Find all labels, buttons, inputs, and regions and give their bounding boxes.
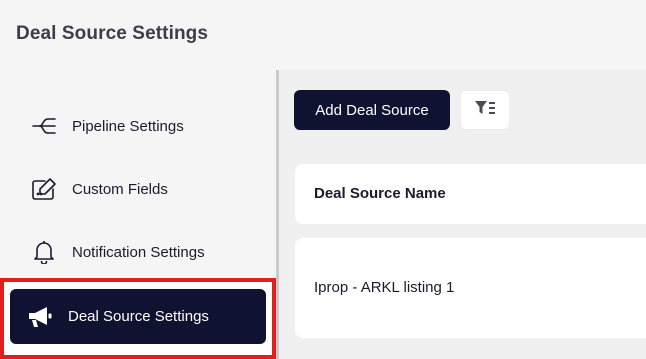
sidebar-item-label: Deal Source Settings — [68, 308, 209, 325]
sidebar-item-notification-settings[interactable]: Notification Settings — [14, 225, 266, 279]
sidebar-item-label: Custom Fields — [72, 180, 168, 198]
filter-icon — [474, 100, 496, 121]
sidebar-item-label: Notification Settings — [72, 243, 205, 261]
sidebar-item-label: Pipeline Settings — [72, 117, 184, 135]
sidebar-item-custom-fields[interactable]: Custom Fields — [14, 162, 266, 216]
edit-box-icon — [30, 175, 58, 203]
filter-button[interactable] — [460, 90, 510, 130]
deal-source-name-cell: Iprop - ARKL listing 1 — [314, 279, 455, 296]
sidebar-item-deal-source-settings[interactable]: Deal Source Settings — [10, 289, 266, 344]
add-deal-source-button[interactable]: Add Deal Source — [294, 90, 450, 130]
megaphone-icon — [26, 303, 54, 331]
sidebar-item-pipeline-settings[interactable]: Pipeline Settings — [14, 99, 266, 153]
table-header: Deal Source Name — [295, 164, 646, 224]
pipeline-icon — [30, 112, 58, 140]
table-row[interactable]: Iprop - ARKL listing 1 — [295, 238, 646, 338]
page-header: Deal Source Settings — [0, 0, 646, 68]
column-header-deal-source-name: Deal Source Name — [314, 185, 446, 202]
bell-icon — [30, 238, 58, 266]
page-title: Deal Source Settings — [16, 23, 209, 44]
